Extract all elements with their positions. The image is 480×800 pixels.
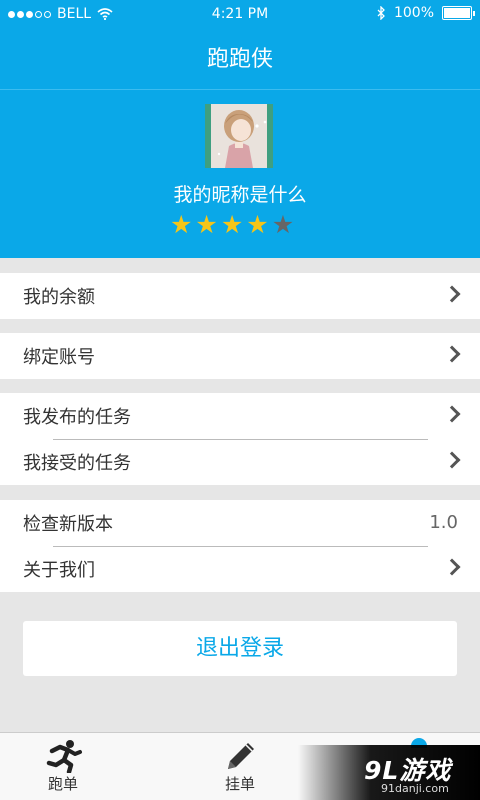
watermark: 9L游戏 91danji.com — [298, 745, 480, 800]
menu-item-label: 关于我们 — [23, 560, 95, 581]
star-filled-icon: ★ — [220, 210, 244, 239]
menu-item-label: 我接受的任务 — [23, 453, 131, 474]
menu-item-label: 绑定账号 — [23, 347, 95, 368]
profile-section: 我的昵称是什么 ★ ★ ★ ★ ★ — [0, 90, 480, 258]
menu-item-published-tasks[interactable]: 我发布的任务 — [0, 393, 480, 439]
battery-percent: 100% — [393, 5, 434, 21]
star-filled-icon: ★ — [195, 210, 218, 239]
menu-item-bind-account[interactable]: 绑定账号 — [0, 333, 480, 379]
watermark-url: 91danji.com — [381, 782, 449, 795]
page-title: 跑跑侠 — [0, 30, 480, 90]
tab-label: 挂单 — [224, 775, 255, 793]
battery-level — [444, 8, 470, 18]
star-filled-icon: ★ — [246, 210, 269, 239]
star-filled-icon: ★ — [170, 210, 193, 239]
tab-post-order[interactable]: 挂单 — [195, 733, 285, 800]
nickname: 我的昵称是什么 — [173, 184, 307, 206]
menu-item-about-us[interactable]: 关于我们 — [0, 546, 480, 592]
menu-group-tasks: 我发布的任务 我接受的任务 — [0, 393, 480, 485]
menu-item-label: 我的余额 — [23, 287, 95, 308]
menu-group-account: 绑定账号 — [0, 333, 480, 379]
status-right: 100% — [376, 5, 475, 21]
menu-item-label: 检查新版本 — [23, 514, 113, 535]
status-bar: BELL 4:21 PM 100% — [0, 0, 480, 30]
rating-stars: ★ ★ ★ ★ ★ — [170, 210, 294, 240]
avatar[interactable] — [205, 104, 273, 168]
battery-icon — [442, 6, 475, 20]
menu-item-balance[interactable]: 我的余额 — [0, 273, 480, 319]
menu-item-accepted-tasks[interactable]: 我接受的任务 — [0, 439, 480, 485]
tab-label: 跑单 — [47, 775, 78, 793]
menu-group-app: 检查新版本 1.0 关于我们 — [0, 500, 480, 592]
star-empty-icon: ★ — [271, 210, 295, 239]
menu-item-label: 我发布的任务 — [23, 407, 131, 428]
menu-item-check-update[interactable]: 检查新版本 1.0 — [0, 500, 480, 546]
pencil-icon — [195, 733, 285, 773]
bluetooth-icon — [377, 6, 385, 20]
version-value: 1.0 — [429, 512, 458, 533]
avatar-illustration — [205, 104, 273, 168]
logout-button[interactable]: 退出登录 — [23, 621, 457, 676]
menu-group-balance: 我的余额 — [0, 273, 480, 319]
tab-orders[interactable]: 跑单 — [18, 733, 108, 800]
runner-icon — [18, 733, 108, 775]
